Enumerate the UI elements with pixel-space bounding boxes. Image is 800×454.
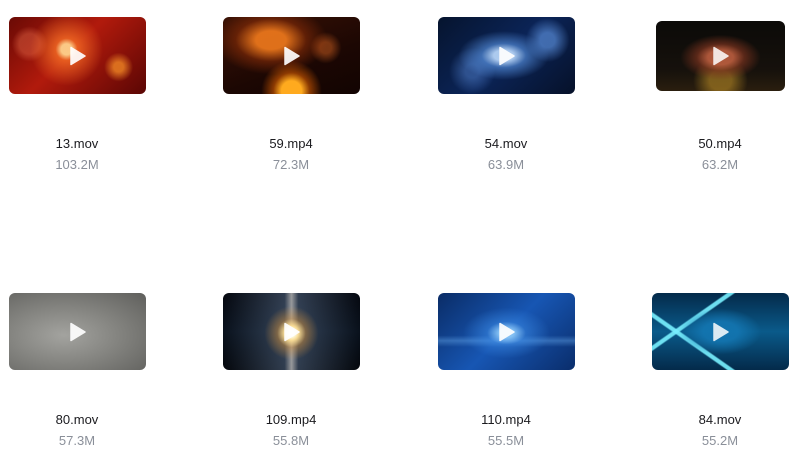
- video-thumbnail[interactable]: [8, 293, 146, 370]
- video-card[interactable]: 50.mp4 63.2M: [640, 17, 800, 173]
- file-size: 57.3M: [58, 433, 96, 448]
- play-icon[interactable]: [280, 321, 302, 343]
- file-name[interactable]: 80.mov: [0, 412, 157, 428]
- file-size: 72.3M: [272, 157, 310, 172]
- play-icon[interactable]: [495, 45, 517, 67]
- video-card[interactable]: 80.mov 57.3M: [0, 293, 157, 449]
- video-thumbnail[interactable]: [437, 293, 575, 370]
- video-card[interactable]: 13.mov 103.2M: [0, 17, 157, 173]
- video-card[interactable]: 109.mp4 55.8M: [211, 293, 371, 449]
- play-icon[interactable]: [709, 321, 731, 343]
- video-card[interactable]: 59.mp4 72.3M: [211, 17, 371, 173]
- video-grid: 13.mov 103.2M 59.mp4 72.3M 54.mov 63.9M …: [0, 0, 800, 454]
- video-thumbnail[interactable]: [222, 17, 360, 94]
- video-card[interactable]: 110.mp4 55.5M: [426, 293, 586, 449]
- video-thumbnail[interactable]: [655, 21, 785, 91]
- play-icon[interactable]: [66, 321, 88, 343]
- file-name[interactable]: 109.mp4: [211, 412, 371, 428]
- video-card[interactable]: 54.mov 63.9M: [426, 17, 586, 173]
- file-name[interactable]: 110.mp4: [426, 412, 586, 428]
- file-size: 55.8M: [272, 433, 310, 448]
- file-name[interactable]: 13.mov: [0, 136, 157, 152]
- play-icon[interactable]: [709, 45, 731, 67]
- file-size: 103.2M: [55, 157, 99, 172]
- file-size: 55.5M: [487, 433, 525, 448]
- file-size: 55.2M: [701, 433, 739, 448]
- file-size: 63.2M: [701, 157, 739, 172]
- file-name[interactable]: 54.mov: [426, 136, 586, 152]
- play-icon[interactable]: [495, 321, 517, 343]
- video-thumbnail[interactable]: [8, 17, 146, 94]
- file-name[interactable]: 59.mp4: [211, 136, 371, 152]
- play-icon[interactable]: [66, 45, 88, 67]
- video-thumbnail[interactable]: [437, 17, 575, 94]
- file-size: 63.9M: [487, 157, 525, 172]
- file-name[interactable]: 84.mov: [640, 412, 800, 428]
- play-icon[interactable]: [280, 45, 302, 67]
- video-card[interactable]: 84.mov 55.2M: [640, 293, 800, 449]
- file-name[interactable]: 50.mp4: [640, 136, 800, 152]
- video-thumbnail[interactable]: [651, 293, 789, 370]
- video-thumbnail[interactable]: [222, 293, 360, 370]
